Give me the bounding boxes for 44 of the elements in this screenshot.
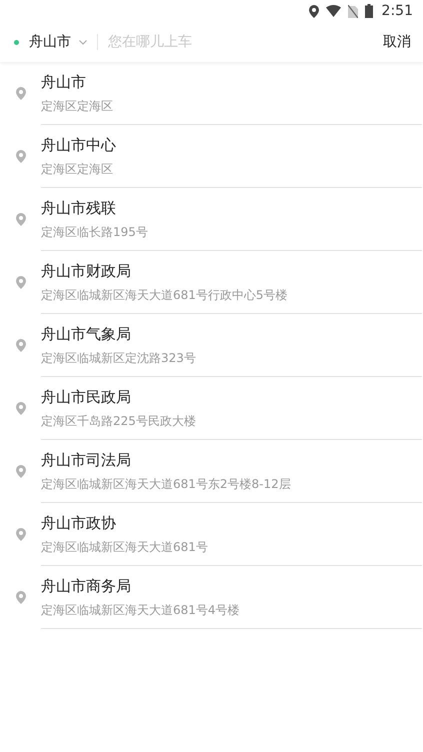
place-address: 定海区临城新区海天大道681号行政中心5号楼 bbox=[41, 287, 289, 303]
location-pin-icon bbox=[16, 87, 26, 100]
location-pin-icon bbox=[16, 213, 26, 226]
place-address: 定海区千岛路225号民政大楼 bbox=[41, 413, 197, 429]
place-name: 舟山市气象局 bbox=[41, 324, 132, 344]
place-name: 舟山市民政局 bbox=[41, 387, 132, 407]
result-item[interactable]: 舟山市财政局 定海区临城新区海天大道681号行政中心5号楼 bbox=[0, 251, 423, 314]
location-icon bbox=[308, 4, 319, 18]
place-name: 舟山市商务局 bbox=[41, 576, 132, 596]
wifi-icon bbox=[326, 5, 341, 17]
place-name: 舟山市中心 bbox=[41, 135, 117, 155]
result-item[interactable]: 舟山市中心 定海区定海区 bbox=[0, 125, 423, 188]
result-item[interactable]: 舟山市政协 定海区临城新区海天大道681号 bbox=[0, 503, 423, 566]
place-address: 定海区临城新区海天大道681号东2号楼8-12层 bbox=[41, 476, 292, 492]
result-item[interactable]: 舟山市气象局 定海区临城新区定沈路323号 bbox=[0, 314, 423, 377]
result-item[interactable]: 舟山市司法局 定海区临城新区海天大道681号东2号楼8-12层 bbox=[0, 440, 423, 503]
location-pin-icon bbox=[16, 591, 26, 604]
location-pin-icon bbox=[16, 402, 26, 415]
place-address: 定海区临城新区海天大道681号4号楼 bbox=[41, 602, 241, 618]
place-name: 舟山市残联 bbox=[41, 198, 117, 218]
location-pin-icon bbox=[16, 528, 26, 541]
location-pin-icon bbox=[16, 339, 26, 352]
battery-icon bbox=[364, 4, 373, 18]
result-item[interactable]: 舟山市商务局 定海区临城新区海天大道681号4号楼 bbox=[0, 566, 423, 629]
chevron-down-icon bbox=[79, 40, 87, 44]
location-pin-icon bbox=[16, 150, 26, 163]
location-pin-icon bbox=[16, 465, 26, 478]
place-name: 舟山市财政局 bbox=[41, 261, 132, 281]
cancel-button[interactable]: 取消 bbox=[383, 32, 411, 52]
place-address: 定海区定海区 bbox=[41, 98, 114, 114]
place-address: 定海区临城新区定沈路323号 bbox=[41, 350, 197, 366]
place-address: 定海区定海区 bbox=[41, 161, 114, 177]
place-address: 定海区临长路195号 bbox=[41, 224, 149, 240]
no-sim-icon bbox=[348, 4, 358, 18]
place-name: 舟山市司法局 bbox=[41, 450, 132, 470]
result-item[interactable]: 舟山市 定海区定海区 bbox=[0, 62, 423, 125]
location-pin-icon bbox=[16, 276, 26, 289]
place-address: 定海区临城新区海天大道681号 bbox=[41, 539, 209, 555]
place-name: 舟山市 bbox=[41, 72, 87, 92]
status-time: 2:51 bbox=[382, 2, 413, 20]
result-item[interactable]: 舟山市残联 定海区临长路195号 bbox=[0, 188, 423, 251]
city-selector[interactable]: 舟山市 bbox=[29, 32, 87, 52]
place-name: 舟山市政协 bbox=[41, 513, 117, 533]
result-item[interactable]: 舟山市民政局 定海区千岛路225号民政大楼 bbox=[0, 377, 423, 440]
